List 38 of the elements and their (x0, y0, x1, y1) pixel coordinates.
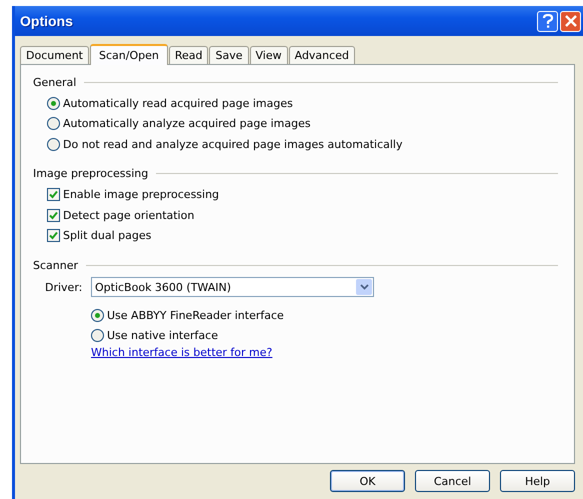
tab[interactable]: Save (209, 46, 248, 64)
radio-button[interactable] (47, 117, 60, 130)
tab[interactable]: View (250, 46, 288, 64)
dropdown-button[interactable] (356, 279, 372, 295)
radio-button[interactable] (91, 329, 104, 342)
window-title: Options (20, 13, 73, 29)
section-title: General (33, 76, 76, 88)
tab[interactable]: Advanced (288, 46, 355, 64)
option-label: Detect page orientation (63, 208, 194, 222)
checkbox[interactable] (47, 188, 60, 202)
checkbox[interactable] (47, 208, 60, 222)
option-label: Split dual pages (63, 229, 152, 242)
radio-button[interactable] (47, 96, 60, 110)
driver-dropdown[interactable]: OpticBook 3600 (TWAIN) (91, 277, 374, 297)
option-label: Do not read and analyze acquired page images automatically (63, 138, 403, 151)
question-mark-icon (542, 14, 554, 28)
checkbox[interactable] (47, 229, 60, 242)
driver-label: Driver: (45, 280, 84, 294)
help-button[interactable] (537, 10, 558, 32)
option-label: Automatically analyze acquired page images (63, 117, 311, 130)
chevron-down-icon (360, 284, 368, 290)
option-label: Use ABBYY FineReader interface (107, 308, 284, 322)
radio-button[interactable] (47, 138, 60, 151)
tab[interactable]: Scan/Open (90, 44, 168, 65)
help-link[interactable]: Which interface is better for me? (91, 346, 272, 359)
option-label: Enable image preprocessing (63, 188, 220, 202)
tab[interactable]: Read (168, 46, 208, 64)
section-title: Image preprocessing (33, 167, 148, 180)
close-icon (564, 15, 576, 27)
help-button[interactable]: Help (500, 470, 575, 492)
radio-button[interactable] (91, 308, 104, 322)
cancel-button[interactable]: Cancel (415, 470, 490, 492)
section-title: Scanner (33, 258, 78, 272)
tab[interactable]: Document (20, 46, 89, 64)
ok-button[interactable]: OK (330, 470, 405, 492)
close-button[interactable] (560, 10, 581, 32)
option-label: Use native interface (107, 329, 218, 342)
option-label: Automatically read acquired page images (63, 96, 293, 110)
